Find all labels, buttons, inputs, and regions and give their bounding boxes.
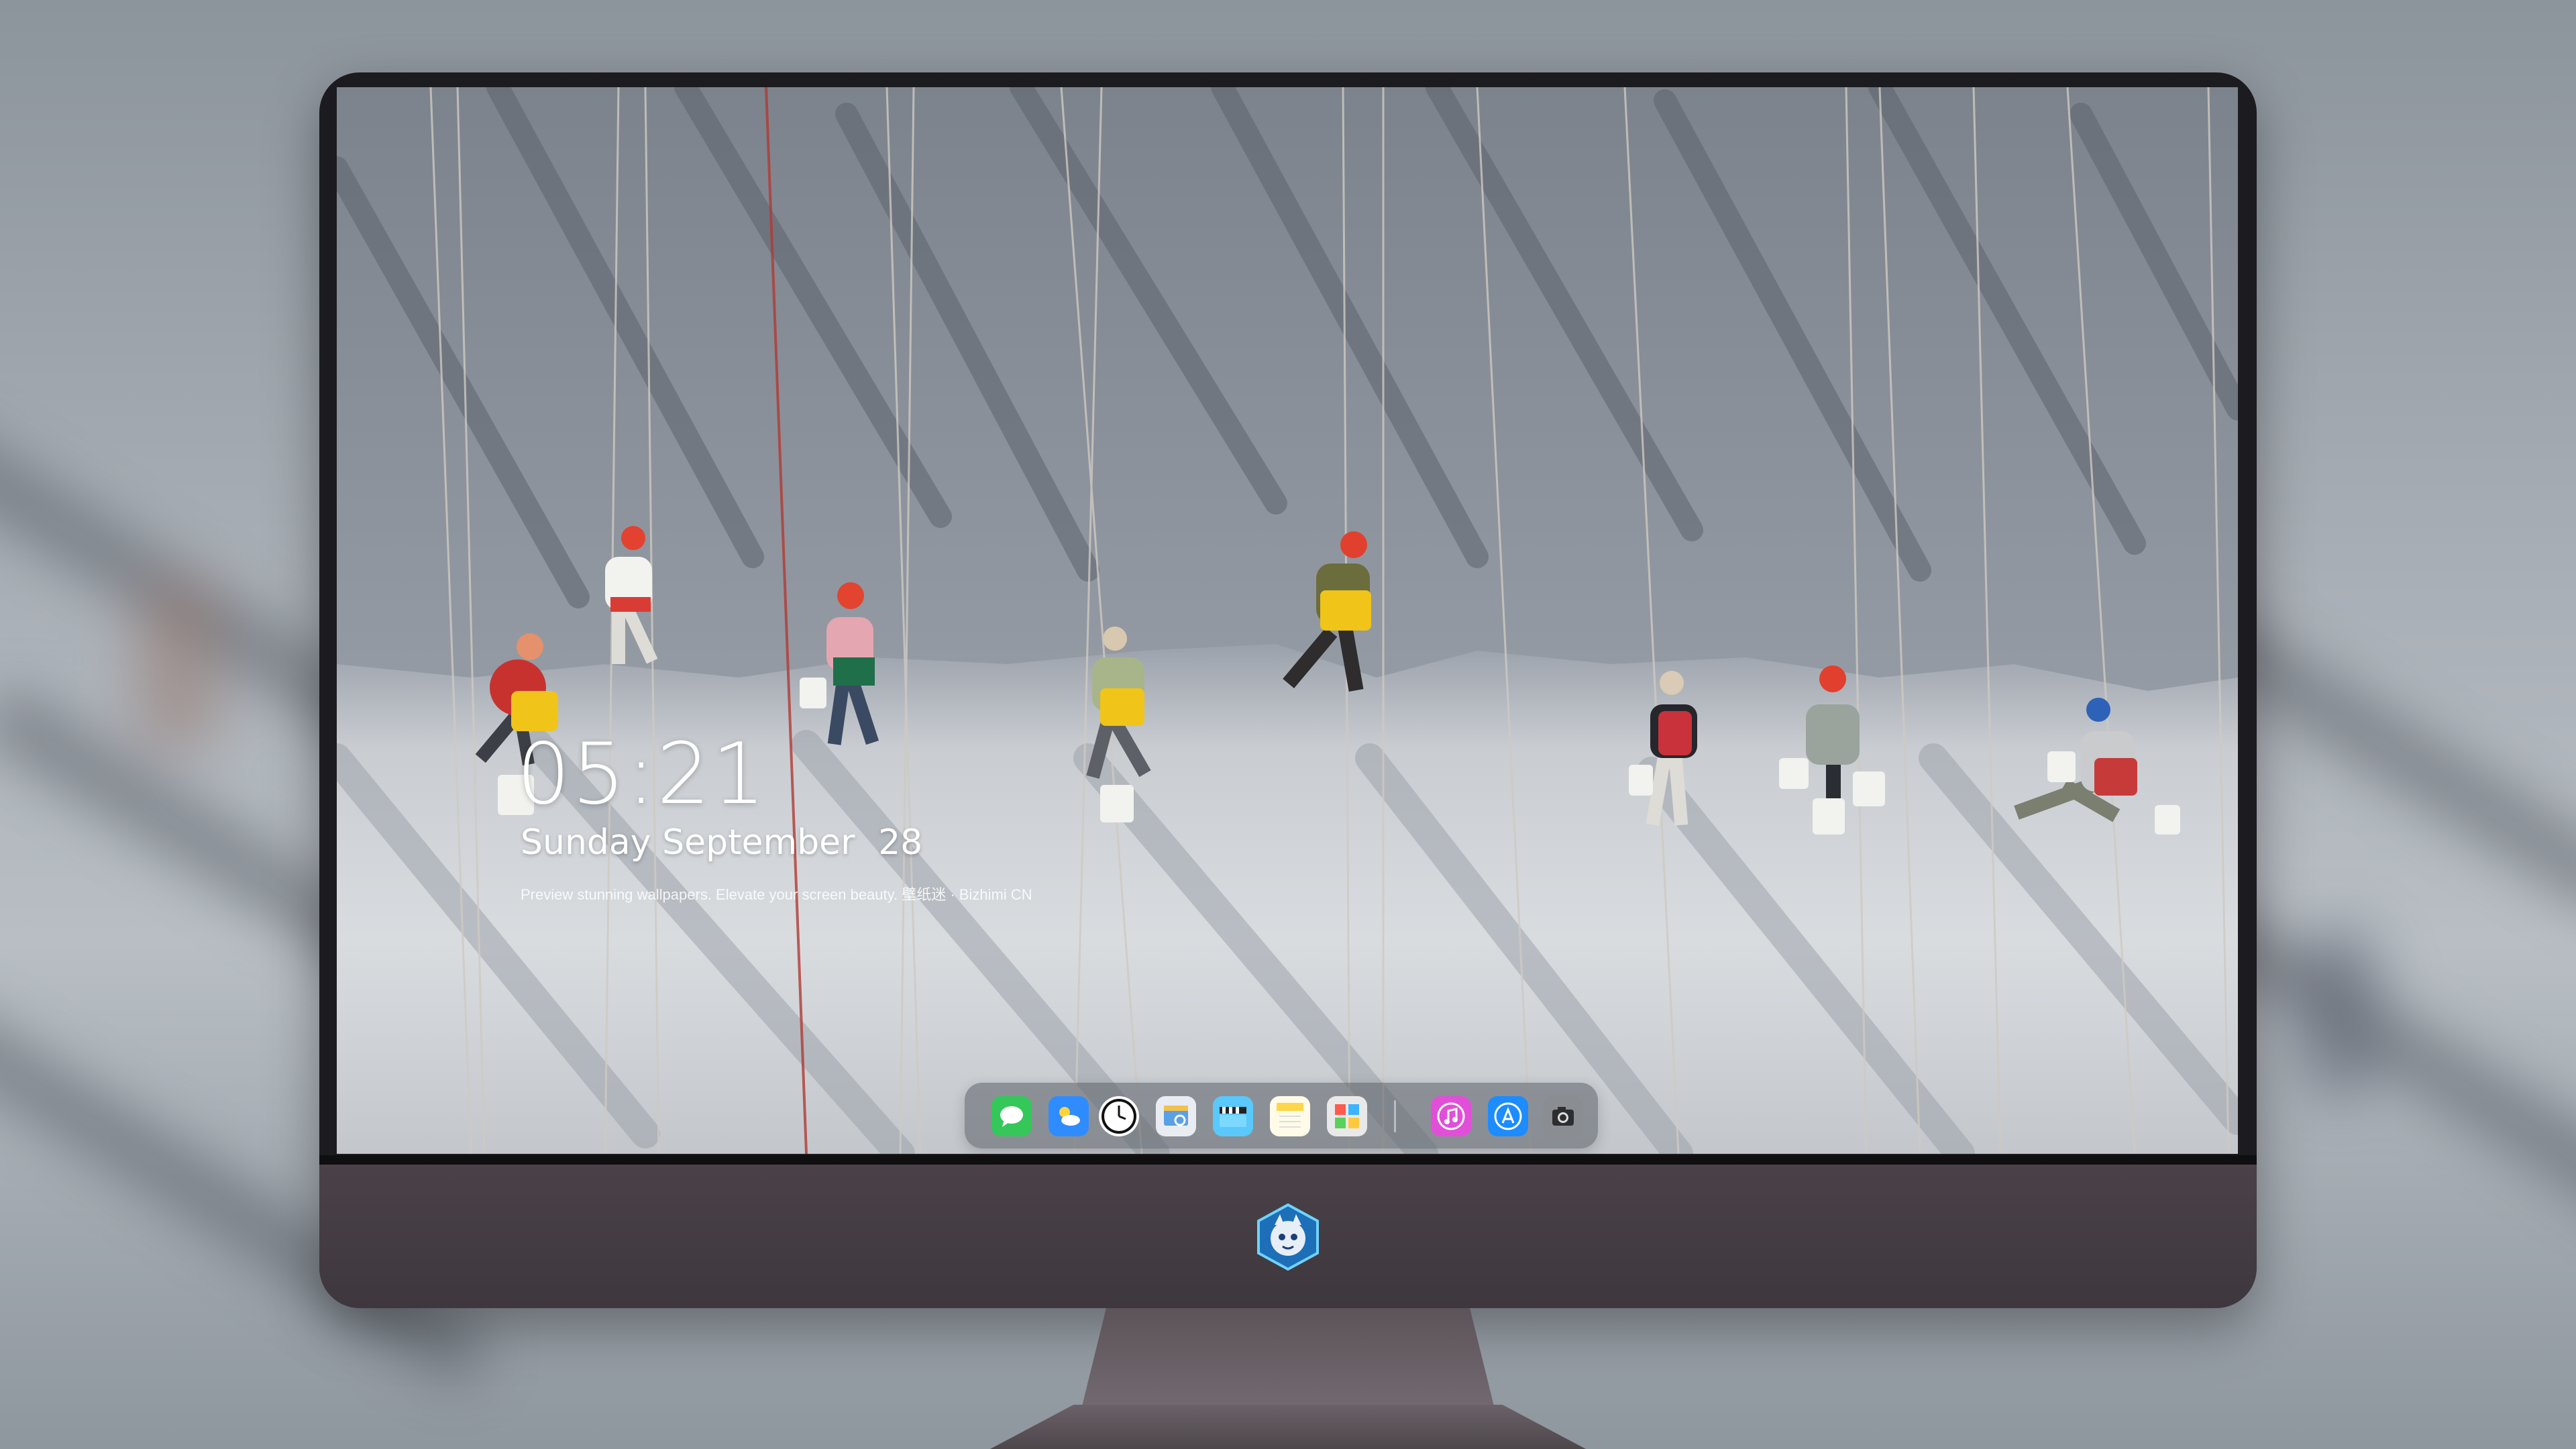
dock [965, 1083, 1598, 1148]
lockscreen-day: 28 [878, 822, 923, 863]
desktop-preview: 05:21 Sunday September 28 Preview stunni… [0, 0, 2576, 1449]
notes-icon[interactable] [1270, 1096, 1310, 1136]
monitor-divider [319, 1155, 2257, 1165]
screen: 05:21 Sunday September 28 Preview stunni… [337, 87, 2238, 1154]
brand-logo-icon [1253, 1202, 1323, 1272]
camera-icon[interactable] [1543, 1096, 1583, 1136]
wallpaper-image [337, 87, 2238, 1154]
lockscreen-month: September [662, 822, 855, 863]
final-cut-icon[interactable] [1213, 1096, 1253, 1136]
monitor-stand [1081, 1308, 1495, 1409]
clock-icon[interactable] [1099, 1096, 1139, 1136]
weather-icon[interactable] [1049, 1096, 1089, 1136]
itunes-icon[interactable] [1431, 1096, 1471, 1136]
lockscreen-weekday: Sunday [521, 822, 651, 863]
app-store-icon[interactable] [1488, 1096, 1528, 1136]
messages-icon[interactable] [991, 1096, 1032, 1136]
monitor-stand-base [990, 1405, 1586, 1449]
preview-icon[interactable] [1156, 1096, 1196, 1136]
lockscreen-date: Sunday September 28 [521, 822, 922, 863]
photo-booth-icon[interactable] [1327, 1096, 1367, 1136]
dock-divider [1394, 1100, 1396, 1132]
lockscreen-time: 05:21 [517, 724, 767, 823]
lockscreen-caption: Preview stunning wallpapers. Elevate you… [521, 886, 1032, 903]
